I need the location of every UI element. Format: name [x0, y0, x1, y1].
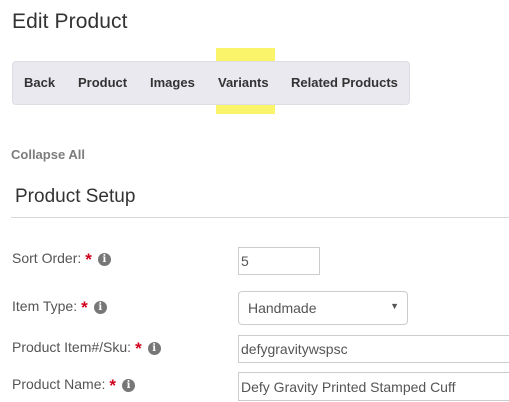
item-type-selected-value: Handmade	[248, 300, 317, 316]
required-asterisk: *	[109, 376, 116, 395]
info-icon[interactable]: i	[122, 379, 135, 392]
product-tab-bar: Back Product Images Variants Related Pro…	[12, 61, 410, 105]
tab-back[interactable]: Back	[24, 62, 55, 106]
chevron-down-icon: ▼	[390, 301, 399, 311]
sku-label: Product Item#/Sku: * i	[12, 337, 161, 358]
sku-input[interactable]	[238, 335, 509, 363]
product-name-label-text: Product Name:	[12, 376, 106, 392]
tab-related-products[interactable]: Related Products	[291, 62, 398, 106]
item-type-select[interactable]: Handmade ▼	[238, 291, 408, 325]
sort-order-label: Sort Order: * i	[12, 248, 111, 269]
required-asterisk: *	[135, 339, 142, 358]
page-title: Edit Product	[12, 10, 128, 33]
item-type-label-text: Item Type:	[12, 298, 78, 314]
tab-variants[interactable]: Variants	[218, 62, 269, 106]
sort-order-input[interactable]	[238, 247, 320, 275]
info-icon[interactable]: i	[93, 301, 107, 314]
sku-label-text: Product Item#/Sku:	[12, 339, 132, 355]
product-name-input[interactable]	[238, 372, 509, 401]
section-title: Product Setup	[15, 186, 136, 207]
tab-product[interactable]: Product	[78, 62, 127, 106]
info-icon[interactable]: i	[97, 253, 111, 266]
product-name-label: Product Name: * i	[12, 374, 135, 395]
collapse-all-link[interactable]: Collapse All	[11, 147, 85, 162]
required-asterisk: *	[81, 298, 88, 317]
info-icon[interactable]: i	[147, 342, 161, 355]
sort-order-label-text: Sort Order:	[12, 250, 82, 266]
section-divider	[11, 217, 509, 218]
required-asterisk: *	[85, 250, 92, 269]
tab-images[interactable]: Images	[150, 62, 195, 106]
item-type-label: Item Type: * i	[12, 296, 107, 317]
